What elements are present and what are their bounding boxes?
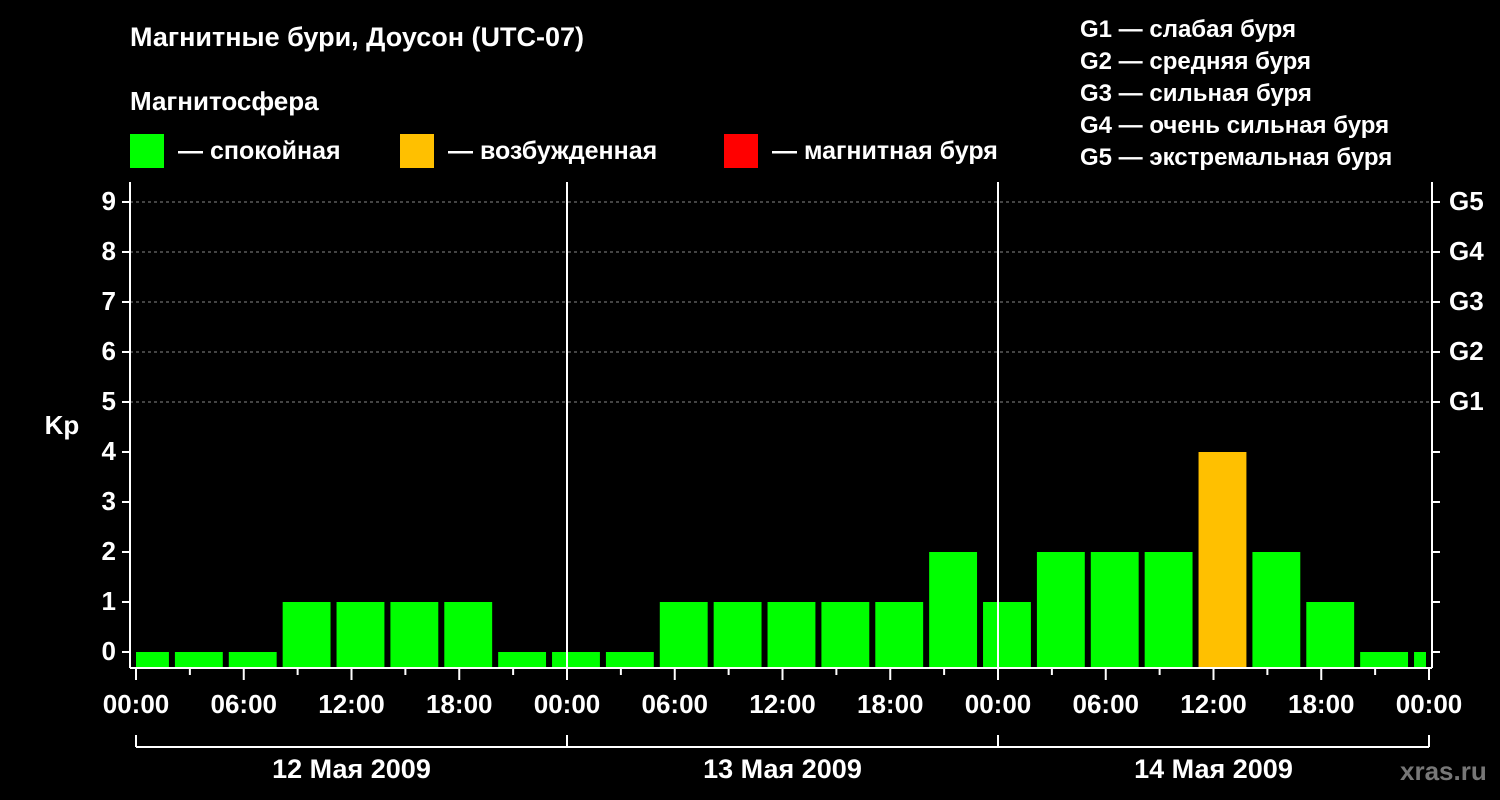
kp-bar xyxy=(282,602,331,668)
x-tick-label: 12:00 xyxy=(749,689,816,719)
right-axis-label: G3 xyxy=(1449,286,1484,316)
y-tick-label: 8 xyxy=(102,236,116,266)
x-tick-label: 00:00 xyxy=(965,689,1032,719)
y-tick-label: 5 xyxy=(102,386,116,416)
x-tick-label: 18:00 xyxy=(1288,689,1355,719)
kp-bar xyxy=(136,652,169,668)
y-tick-label: 2 xyxy=(102,536,116,566)
kp-bar xyxy=(1144,552,1193,668)
kp-bar xyxy=(174,652,223,668)
x-tick-label: 06:00 xyxy=(642,689,709,719)
x-tick-label: 06:00 xyxy=(211,689,278,719)
watermark: xras.ru xyxy=(1400,756,1487,786)
kp-bar xyxy=(659,602,708,668)
kp-bar xyxy=(983,602,1031,668)
x-tick-label: 12:00 xyxy=(318,689,385,719)
kp-bar xyxy=(1252,552,1301,668)
kp-bar xyxy=(1306,602,1355,668)
day-label: 14 Мая 2009 xyxy=(1134,754,1293,784)
kp-bar xyxy=(1036,552,1085,668)
x-tick-label: 00:00 xyxy=(534,689,601,719)
y-tick-label: 3 xyxy=(102,486,116,516)
kp-bar xyxy=(336,602,385,668)
y-tick-label: 7 xyxy=(102,286,116,316)
x-tick-label: 18:00 xyxy=(426,689,493,719)
right-axis-label: G4 xyxy=(1449,236,1484,266)
kp-bar xyxy=(444,602,493,668)
x-tick-label: 06:00 xyxy=(1073,689,1140,719)
kp-bar xyxy=(929,552,978,668)
kp-bar xyxy=(767,602,816,668)
right-axis-label: G2 xyxy=(1449,336,1484,366)
x-tick-label: 00:00 xyxy=(103,689,170,719)
kp-bar xyxy=(390,602,439,668)
kp-bar xyxy=(821,602,870,668)
y-tick-label: 4 xyxy=(102,436,117,466)
kp-bar xyxy=(875,602,924,668)
y-tick-label: 9 xyxy=(102,186,116,216)
kp-bar xyxy=(713,602,762,668)
y-tick-label: 1 xyxy=(102,586,116,616)
day-label: 12 Мая 2009 xyxy=(272,754,431,784)
right-axis-label: G5 xyxy=(1449,186,1484,216)
kp-bar xyxy=(552,652,600,668)
day-label: 13 Мая 2009 xyxy=(703,754,862,784)
kp-bar-chart: 0 1 2 3 4 5 6 7 8 9 Kp G1 G2 G3 G4 G5 00:00 06:00 12:00 18:… xyxy=(45,182,1484,784)
y-tick-label: 0 xyxy=(102,636,116,666)
y-axis-label: Kp xyxy=(45,410,80,440)
kp-bar xyxy=(605,652,654,668)
x-tick-label: 12:00 xyxy=(1180,689,1247,719)
y-tick-label: 6 xyxy=(102,336,116,366)
kp-bar xyxy=(1414,652,1426,668)
right-axis-label: G1 xyxy=(1449,386,1484,416)
x-tick-label: 18:00 xyxy=(857,689,924,719)
kp-bar xyxy=(1198,452,1247,668)
kp-bar xyxy=(1090,552,1139,668)
kp-bar xyxy=(1360,652,1409,668)
kp-bar xyxy=(498,652,547,668)
x-tick-label: 00:00 xyxy=(1396,689,1463,719)
kp-bar xyxy=(228,652,277,668)
